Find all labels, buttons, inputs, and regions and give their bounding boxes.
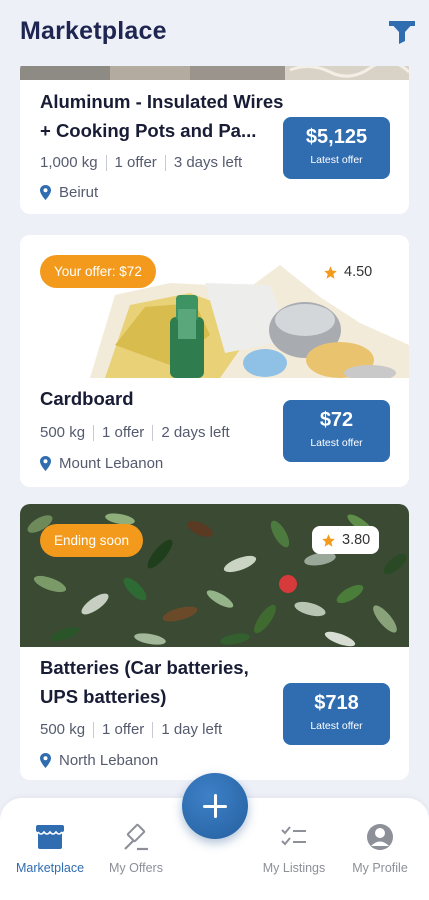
listing-title: Cardboard: [40, 388, 134, 409]
nav-my-profile[interactable]: My Profile: [337, 822, 423, 875]
listing-quantity: 1,000 kg: [40, 154, 98, 171]
location-pin-icon: [40, 753, 51, 768]
rating: 3.80: [312, 526, 380, 554]
nav-label: My Listings: [262, 861, 326, 875]
listing-location-text: North Lebanon: [59, 752, 159, 769]
listing-card-batteries[interactable]: Ending soon 3.80 Batteries (Car batterie…: [20, 504, 409, 780]
price-badge[interactable]: $718 Latest offer: [283, 683, 390, 745]
listing-time-left: 1 day left: [161, 721, 223, 738]
divider: [152, 424, 154, 441]
price-amount: $72: [319, 409, 354, 431]
nav-label: My Profile: [352, 861, 408, 875]
listing-time-left: 3 days left: [173, 154, 243, 171]
store-icon: [36, 825, 64, 849]
divider: [152, 721, 154, 738]
rating-value: 3.80: [342, 532, 371, 548]
page-title: Marketplace: [20, 17, 167, 45]
divider: [105, 154, 107, 171]
listing-meta: 500 kg 1 offer 2 days left: [40, 424, 230, 441]
nav-label: Marketplace: [15, 861, 85, 875]
price-badge[interactable]: $72 Latest offer: [283, 400, 390, 462]
price-label: Latest offer: [310, 437, 363, 449]
checklist-icon: [281, 826, 306, 846]
listing-location: North Lebanon: [40, 752, 158, 769]
divider: [93, 721, 95, 738]
listing-location-text: Beirut: [59, 184, 99, 201]
filter-icon[interactable]: [388, 19, 416, 45]
nav-marketplace[interactable]: Marketplace: [7, 822, 93, 875]
star-icon: [322, 533, 335, 547]
listing-quantity: 500 kg: [40, 721, 86, 738]
listing-card-aluminum[interactable]: Aluminum - Insulated Wires + Cooking Pot…: [20, 60, 409, 214]
location-pin-icon: [40, 456, 51, 471]
listing-offers: 1 offer: [102, 721, 145, 738]
listing-title: Aluminum - Insulated Wires + Cooking Pot…: [40, 91, 284, 141]
nav-my-listings[interactable]: My Listings: [251, 822, 337, 875]
listing-offers: 1 offer: [102, 424, 145, 441]
price-label: Latest offer: [310, 720, 363, 732]
rating: 4.50: [314, 258, 381, 286]
price-label: Latest offer: [310, 154, 363, 166]
listing-time-left: 2 days left: [161, 424, 230, 441]
rating-value: 4.50: [344, 264, 373, 280]
location-pin-icon: [40, 185, 51, 200]
listing-quantity: 500 kg: [40, 424, 86, 441]
add-listing-button[interactable]: [182, 773, 248, 839]
ending-soon-badge: Ending soon: [40, 524, 144, 557]
nav-my-offers[interactable]: My Offers: [93, 822, 179, 875]
listing-title: Batteries (Car batteries, UPS batteries): [40, 657, 249, 707]
divider: [93, 424, 95, 441]
listing-location-text: Mount Lebanon: [59, 455, 164, 472]
price-amount: $5,125: [305, 126, 368, 148]
listing-card-cardboard[interactable]: Your offer: $72 4.50 Cardboard 500 kg 1 …: [20, 235, 409, 487]
listing-meta: 500 kg 1 offer 1 day left: [40, 721, 222, 738]
listing-location: Beirut: [40, 184, 98, 201]
listing-location: Mount Lebanon: [40, 455, 163, 472]
price-badge[interactable]: $5,125 Latest offer: [283, 117, 390, 179]
plus-icon-stroke: [213, 794, 217, 818]
gavel-icon: [124, 823, 148, 851]
star-icon: [324, 265, 337, 279]
your-offer-badge: Your offer: $72: [40, 255, 156, 288]
profile-icon: [367, 824, 393, 850]
listing-meta: 1,000 kg 1 offer 3 days left: [40, 154, 242, 171]
app-header: Marketplace: [0, 0, 429, 66]
listing-offers: 1 offer: [114, 154, 157, 171]
nav-label: My Offers: [109, 861, 163, 875]
divider: [164, 154, 166, 171]
price-amount: $718: [314, 692, 359, 714]
